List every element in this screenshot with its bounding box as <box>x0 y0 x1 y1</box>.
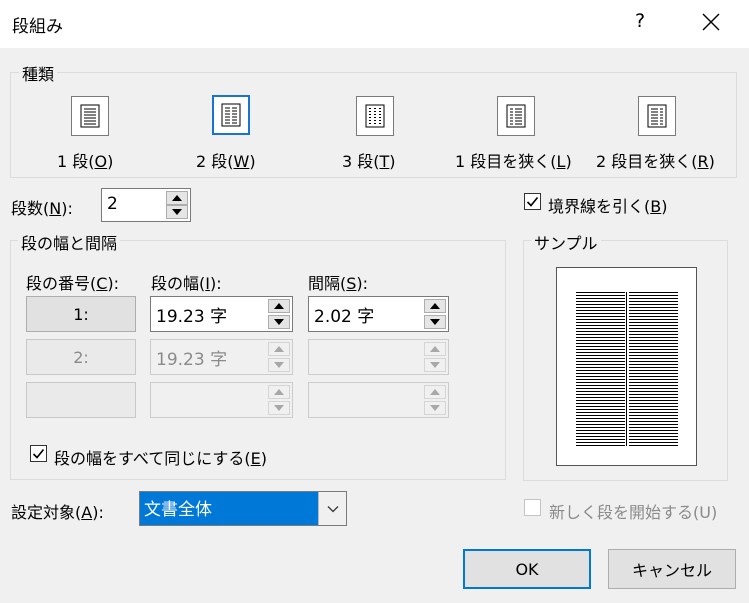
column-number-header: 段の番号(C): <box>26 274 120 293</box>
spin-down-icon <box>274 362 284 368</box>
two-columns-icon <box>221 103 241 127</box>
column-3-width-down-button[interactable] <box>268 401 290 415</box>
column-1-width-stepper[interactable]: 19.23 字 <box>150 296 293 332</box>
columns-value: 2 <box>107 194 118 214</box>
column-3-spacing-down-button[interactable] <box>424 401 446 415</box>
column-2-width-value: 19.23 字 <box>156 350 228 370</box>
width-spacing-group-label: 段の幅と間隔 <box>18 230 121 254</box>
spin-up-icon <box>274 303 284 309</box>
column-1-width-up-button[interactable] <box>268 299 290 313</box>
checkmark-icon <box>32 448 45 459</box>
type-two-columns-button[interactable] <box>212 95 250 135</box>
checkmark-icon <box>526 196 539 207</box>
close-button[interactable] <box>700 11 722 33</box>
type-two-columns-label: 2 段(W) <box>196 152 256 171</box>
sample-divider-line <box>626 292 627 446</box>
column-1-width-down-button[interactable] <box>268 315 290 329</box>
left-narrow-icon <box>506 104 526 128</box>
type-left-narrow-button[interactable] <box>497 96 535 136</box>
column-2-width-up-button[interactable] <box>268 342 290 356</box>
column-number-2: 2: <box>26 339 136 375</box>
column-3-spacing-up-button[interactable] <box>424 385 446 399</box>
spin-up-icon <box>274 346 284 352</box>
type-left-narrow-label: 1 段目を狭く(L) <box>455 152 572 171</box>
apply-to-value: 文書全体 <box>144 500 212 520</box>
columns-down-button[interactable] <box>166 205 188 219</box>
sample-preview <box>556 267 697 466</box>
spin-up-icon <box>274 389 284 395</box>
column-number-3 <box>26 382 136 418</box>
spin-down-icon <box>274 405 284 411</box>
apply-to-label: 設定対象(A): <box>11 503 104 522</box>
type-one-column-label: 1 段(O) <box>57 152 114 171</box>
type-right-narrow-button[interactable] <box>638 96 676 136</box>
apply-to-select[interactable]: 文書全体 <box>139 491 347 526</box>
new-column-label: 新しく段を開始する(U) <box>549 503 718 522</box>
dialog-title: 段組み <box>12 17 63 37</box>
line-between-checkbox[interactable] <box>524 193 541 210</box>
column-1-spacing-up-button[interactable] <box>424 299 446 313</box>
column-number-1: 1: <box>26 296 136 332</box>
cancel-button[interactable]: キャンセル <box>608 549 736 589</box>
help-button[interactable]: ? <box>628 10 652 32</box>
column-3-spacing-stepper[interactable] <box>308 382 449 418</box>
spin-up-icon <box>430 346 440 352</box>
column-1-spacing-value: 2.02 字 <box>314 307 375 327</box>
columns-up-button[interactable] <box>166 191 188 205</box>
sample-right-column <box>629 292 678 446</box>
apply-to-dropdown-button[interactable] <box>318 492 346 525</box>
column-1-width-value: 19.23 字 <box>156 307 228 327</box>
column-2-spacing-up-button[interactable] <box>424 342 446 356</box>
three-columns-icon <box>365 104 385 128</box>
type-right-narrow-label: 2 段目を狭く(R) <box>596 152 715 171</box>
new-column-checkbox[interactable] <box>524 499 541 516</box>
column-1-spacing-down-button[interactable] <box>424 315 446 329</box>
type-one-column-button[interactable] <box>71 96 109 136</box>
equal-width-checkbox[interactable] <box>30 445 47 462</box>
spin-down-icon <box>430 405 440 411</box>
spin-up-icon <box>172 195 182 201</box>
line-between-label: 境界線を引く(B) <box>548 197 668 216</box>
spin-up-icon <box>430 389 440 395</box>
chevron-down-icon <box>327 505 338 512</box>
type-group-label: 種類 <box>19 61 58 85</box>
columns-label: 段数(N): <box>11 199 73 218</box>
column-2-width-down-button[interactable] <box>268 358 290 372</box>
columns-stepper[interactable]: 2 <box>101 188 191 222</box>
spin-up-icon <box>430 303 440 309</box>
type-three-columns-label: 3 段(T) <box>342 152 396 171</box>
spin-down-icon <box>430 319 440 325</box>
column-3-width-stepper[interactable] <box>150 382 293 418</box>
sample-group-label: サンプル <box>531 230 601 254</box>
sample-left-column <box>576 292 625 446</box>
column-2-width-stepper[interactable]: 19.23 字 <box>150 339 293 375</box>
column-3-width-up-button[interactable] <box>268 385 290 399</box>
column-2-spacing-stepper[interactable] <box>308 339 449 375</box>
spacing-header: 間隔(S): <box>308 274 369 293</box>
equal-width-label: 段の幅をすべて同じにする(E) <box>54 449 268 468</box>
right-narrow-icon <box>647 104 667 128</box>
close-icon <box>702 13 720 31</box>
spin-down-icon <box>430 362 440 368</box>
ok-button[interactable]: OK <box>463 549 591 589</box>
column-1-spacing-stepper[interactable]: 2.02 字 <box>308 296 449 332</box>
spin-down-icon <box>274 319 284 325</box>
column-2-spacing-down-button[interactable] <box>424 358 446 372</box>
column-width-header: 段の幅(I): <box>151 274 222 293</box>
spin-down-icon <box>172 209 182 215</box>
type-three-columns-button[interactable] <box>356 96 394 136</box>
one-column-icon <box>80 104 100 128</box>
